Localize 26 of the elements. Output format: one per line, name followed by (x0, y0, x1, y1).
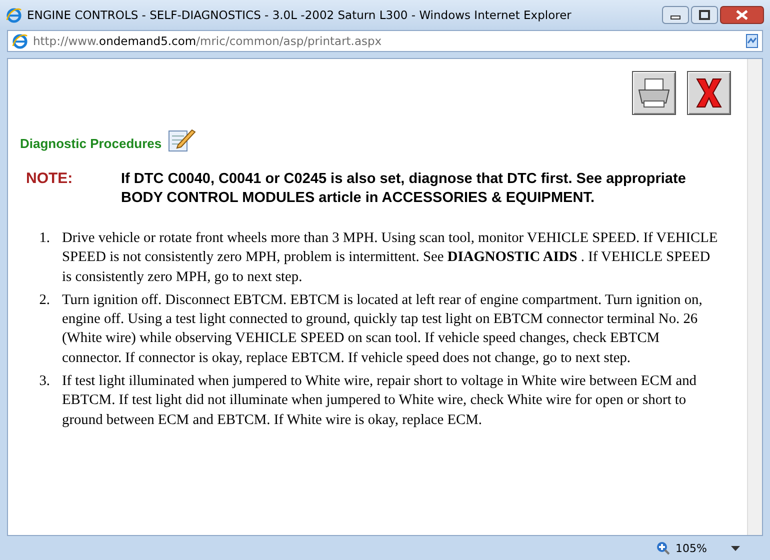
step-number: 1. (38, 229, 51, 248)
close-button[interactable] (720, 6, 764, 24)
address-field[interactable]: http://www.ondemand5.com/mric/common/asp/printart.aspx (7, 30, 763, 52)
note-label: NOTE: (26, 170, 74, 189)
scrollbar[interactable] (747, 59, 762, 535)
browser-logo-icon (12, 33, 28, 49)
printer-icon (636, 77, 672, 109)
step-text: If test light illuminated when jumpered to White wire, repair short to voltage in White wire between ECM and EBTCM. If test light did not illuminate when jumpered to White wire, check White wire for open or short to ground between ECM and EBTCM. If White wire is okay, replace ECM. (62, 372, 698, 430)
minimize-button[interactable] (662, 6, 689, 24)
step-text: Drive vehicle or rotate front wheels more than 3 MPH. Using scan tool, monitor VEHICLE SPEED. If VEHICLE SPEED is not consistently zero MPH, problem is intermittent. See DIAGNOSTIC AIDS . If VEHICLE SPEED is consistently zero MPH, go to next step. (62, 229, 719, 287)
browser-logo-icon (6, 7, 22, 23)
notepad-pencil-icon (166, 127, 196, 153)
compatibility-icon[interactable] (746, 34, 758, 48)
step-number: 2. (38, 290, 51, 310)
window-title: ENGINE CONTROLS - SELF-DIAGNOSTICS - 3.0L -2002 Saturn L300 - Windows Internet Explorer (27, 8, 572, 22)
close-page-button[interactable] (687, 71, 731, 115)
note-text: If DTC C0040, C0041 or C0245 is also set, diagnose that DTC first. See appropriate BODY CONTROL MODULES article in ACCESSORIES & EQUIPMENT. (121, 170, 687, 208)
section-title: Diagnostic Procedures (20, 136, 162, 153)
zoom-icon[interactable] (656, 541, 670, 555)
dropdown-caret-icon[interactable] (731, 546, 740, 550)
zoom-level[interactable]: 105% (676, 542, 707, 554)
print-button[interactable] (632, 71, 676, 115)
maximize-button[interactable] (691, 6, 718, 24)
close-icon (694, 77, 724, 109)
step-number: 3. (38, 372, 51, 392)
step-text: Turn ignition off. Disconnect EBTCM. EBTCM is located at left rear of engine compartment. Turn ignition on, engine off. Using a test light connected to ground, quickly tap test light on EBTCM connector terminal No. 26 (White wire) while observing VEHICLE SPEED on scan tool. If vehicle speed changes, check EBTCM connector. If connector is okay, replace EBTCM. If vehicle speed does not change, go to next step. (62, 290, 704, 368)
